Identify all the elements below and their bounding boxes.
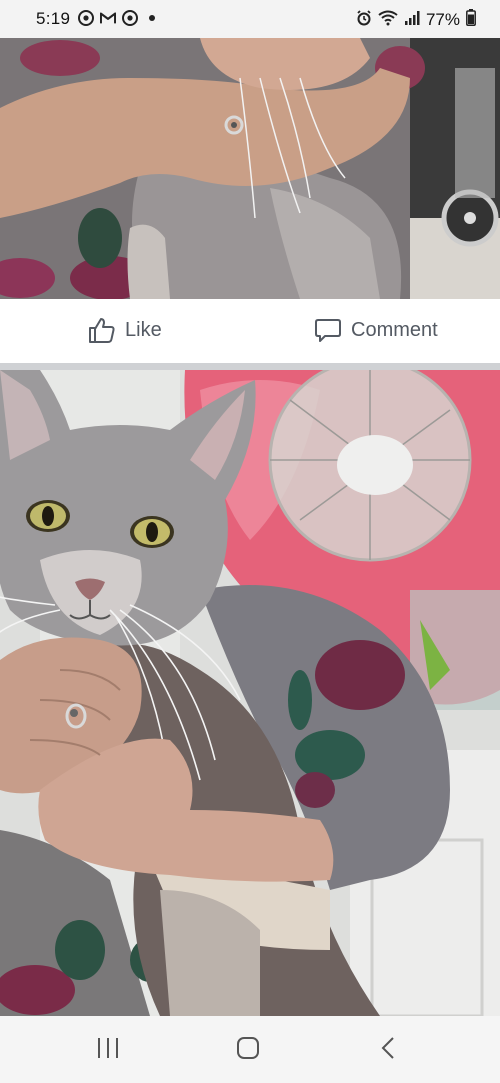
back-chevron-icon [380, 1036, 396, 1065]
like-label: Like [125, 318, 162, 341]
system-nav-bar [0, 1016, 500, 1083]
back-button[interactable] [368, 1036, 408, 1065]
alarm-icon [356, 9, 372, 31]
home-icon [236, 1036, 260, 1065]
thumbs-up-icon [88, 316, 116, 344]
comment-button[interactable]: Comment [314, 316, 438, 344]
status-bar: 5:19 77% [0, 0, 500, 38]
dot-icon [144, 10, 160, 26]
chrome-icon [122, 10, 138, 26]
comment-label: Comment [351, 318, 438, 341]
battery-percent: 77% [425, 10, 460, 29]
wifi-icon [378, 10, 398, 31]
like-button[interactable]: Like [88, 316, 162, 344]
battery-icon [466, 9, 476, 31]
gmail-icon [100, 10, 116, 26]
home-button[interactable] [228, 1036, 268, 1065]
system-icons: 77% [356, 9, 476, 31]
post-action-bar: Like Comment [0, 299, 500, 371]
cat-photo-illustration [0, 38, 500, 299]
recents-button[interactable] [88, 1037, 128, 1064]
comment-bubble-icon [314, 316, 342, 344]
status-time: 5:19 [36, 9, 71, 28]
post-photo[interactable] [0, 370, 500, 1016]
post-photo-previous[interactable] [0, 38, 500, 299]
chrome-icon [78, 10, 94, 26]
signal-icon [404, 10, 420, 31]
notification-icons [78, 10, 160, 26]
recents-icon [96, 1037, 120, 1064]
cat-photo-illustration [0, 370, 500, 1016]
